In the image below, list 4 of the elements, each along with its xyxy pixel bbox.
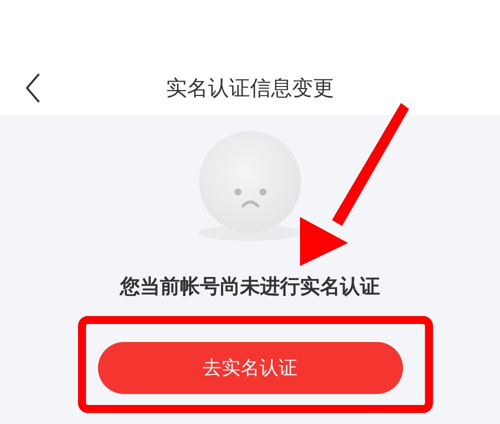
page-title: 实名认证信息变更: [166, 74, 334, 102]
verify-button[interactable]: 去实名认证: [98, 342, 402, 394]
back-icon[interactable]: [26, 73, 40, 103]
notice-message: 您当前帐号尚未进行实名认证: [120, 273, 380, 300]
